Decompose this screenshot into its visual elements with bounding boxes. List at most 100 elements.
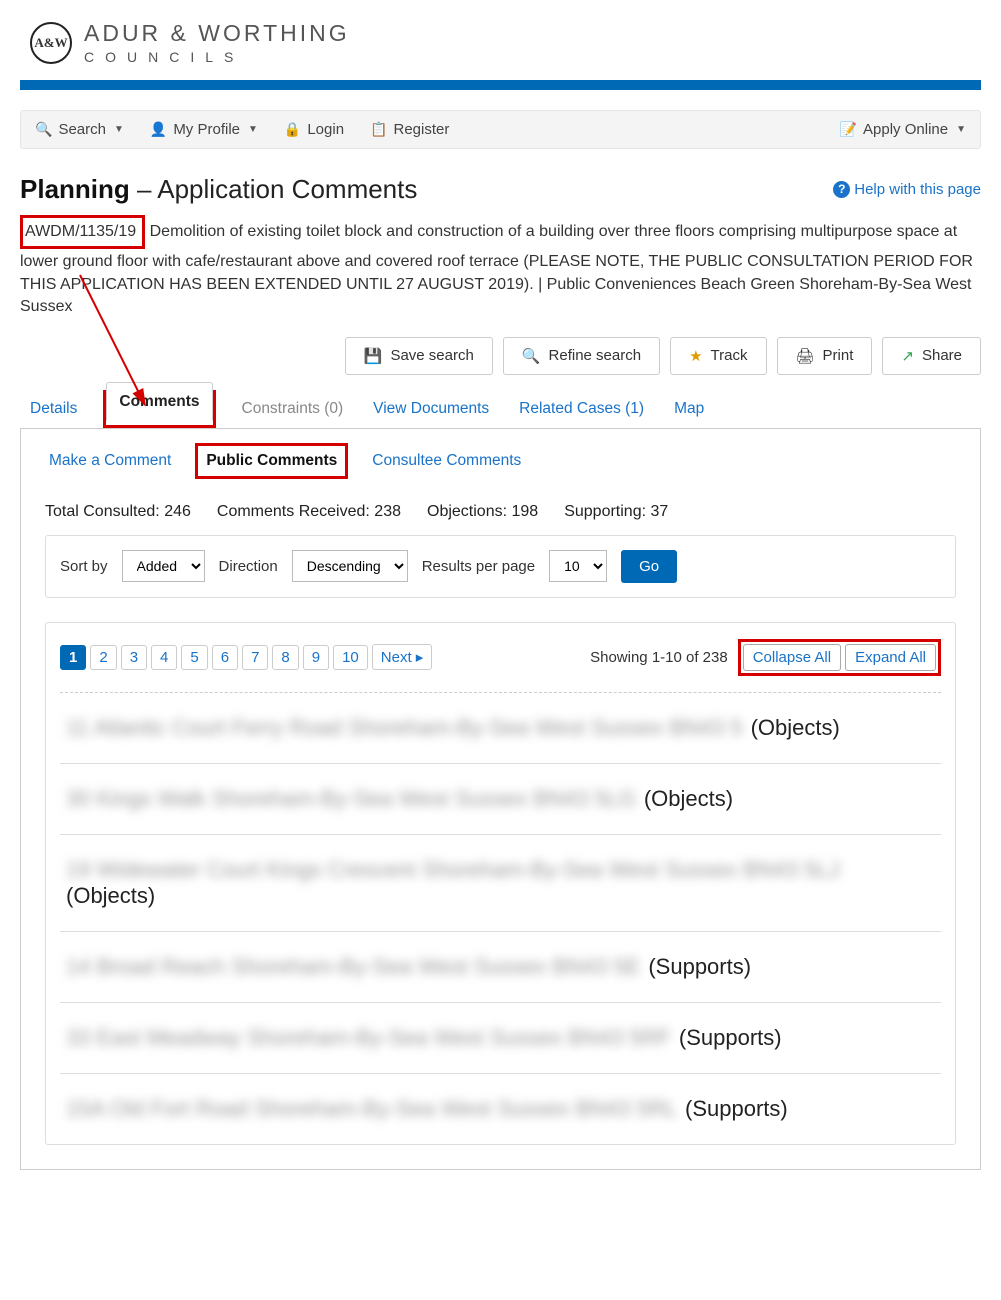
help-link[interactable]: ? Help with this page <box>833 181 981 198</box>
page-1[interactable]: 1 <box>60 645 86 670</box>
comment-row[interactable]: 15A Old Fort Road Shoreham-By-Sea West S… <box>60 1073 941 1144</box>
logo-header: A&W ADUR & WORTHING COUNCILS <box>0 0 1001 80</box>
direction-select[interactable]: Descending <box>292 550 408 582</box>
redacted-address: 19 Widewater Court Kings Crescent Shoreh… <box>66 857 840 883</box>
comment-status: (Supports) <box>679 1025 782 1051</box>
track-button[interactable]: ★ Track <box>670 337 766 375</box>
caret-down-icon: ▼ <box>248 124 258 135</box>
count-consulted: Total Consulted: 246 <box>45 503 191 521</box>
sortby-select[interactable]: Added <box>122 550 205 582</box>
tab-related[interactable]: Related Cases (1) <box>515 390 648 428</box>
redacted-address: 14 Broad Reach Shoreham-By-Sea West Suss… <box>66 954 640 980</box>
page-10[interactable]: 10 <box>333 645 368 670</box>
chevron-right-icon: ▸ <box>416 649 424 666</box>
comment-row[interactable]: 14 Broad Reach Shoreham-By-Sea West Suss… <box>60 931 941 1002</box>
tab-details[interactable]: Details <box>26 390 81 428</box>
count-objections: Objections: 198 <box>427 503 538 521</box>
apply-online-menu[interactable]: 📝 Apply Online ▼ <box>840 121 966 138</box>
page-8[interactable]: 8 <box>272 645 298 670</box>
results-list: 11 Atlantic Court Ferry Road Shoreham-By… <box>60 693 941 1144</box>
direction-label: Direction <box>219 558 278 575</box>
tab-documents[interactable]: View Documents <box>369 390 493 428</box>
subtab-make-comment[interactable]: Make a Comment <box>45 444 175 478</box>
login-label: Login <box>307 121 344 138</box>
pagination: 1 2 3 4 5 6 7 8 9 10 Next ▸ <box>60 644 432 670</box>
action-buttons: 💾 Save search 🔍 Refine search ★ Track 🖨 … <box>20 337 981 375</box>
main-tabs: Details Comments Constraints (0) View Do… <box>20 390 981 429</box>
save-search-button[interactable]: 💾 Save search <box>345 337 493 375</box>
redacted-address: 30 Kings Walk Shoreham-By-Sea West Susse… <box>66 786 636 812</box>
register-icon: 📋 <box>370 121 387 138</box>
comment-row[interactable]: 19 Widewater Court Kings Crescent Shoreh… <box>60 834 941 931</box>
results-block: 1 2 3 4 5 6 7 8 9 10 Next ▸ Showing 1-10… <box>45 622 956 1145</box>
application-description: AWDM/1135/19 Demolition of existing toil… <box>20 215 981 319</box>
search-menu[interactable]: 🔍 Search ▼ <box>35 121 124 138</box>
page-title-bold: Planning <box>20 174 130 204</box>
comment-status: (Supports) <box>685 1096 788 1122</box>
profile-label: My Profile <box>173 121 240 138</box>
comment-row[interactable]: 30 Kings Walk Shoreham-By-Sea West Susse… <box>60 763 941 834</box>
page-5[interactable]: 5 <box>181 645 207 670</box>
refine-search-button[interactable]: 🔍 Refine search <box>503 337 660 375</box>
caret-down-icon: ▼ <box>114 124 124 135</box>
logo-sub-text: COUNCILS <box>84 49 350 65</box>
search-label: Search <box>58 121 106 138</box>
share-button[interactable]: ↗ Share <box>882 337 981 375</box>
star-icon: ★ <box>689 347 702 365</box>
redacted-address: 11 Atlantic Court Ferry Road Shoreham-By… <box>66 715 743 741</box>
page-title-rest: – Application Comments <box>130 174 418 204</box>
page-4[interactable]: 4 <box>151 645 177 670</box>
sub-tabs: Make a Comment Public Comments Consultee… <box>45 443 956 479</box>
help-icon: ? <box>833 181 850 198</box>
share-icon: ↗ <box>901 347 914 365</box>
page-7[interactable]: 7 <box>242 645 268 670</box>
comment-status: (Supports) <box>648 954 751 980</box>
lock-icon: 🔒 <box>284 121 301 138</box>
page-next[interactable]: Next ▸ <box>372 644 433 670</box>
share-label: Share <box>922 347 962 364</box>
page-9[interactable]: 9 <box>303 645 329 670</box>
page-2[interactable]: 2 <box>90 645 116 670</box>
count-supporting: Supporting: 37 <box>564 503 668 521</box>
redacted-address: 15A Old Fort Road Shoreham-By-Sea West S… <box>66 1096 677 1122</box>
application-reference: AWDM/1135/19 <box>25 223 136 240</box>
refine-label: Refine search <box>549 347 642 364</box>
counts-row: Total Consulted: 246 Comments Received: … <box>45 503 956 521</box>
print-button[interactable]: 🖨 Print <box>777 337 873 375</box>
print-label: Print <box>823 347 854 364</box>
comment-row[interactable]: 11 Atlantic Court Ferry Road Shoreham-By… <box>60 693 941 763</box>
comment-status: (Objects) <box>751 715 840 741</box>
caret-down-icon: ▼ <box>956 124 966 135</box>
expand-all-button[interactable]: Expand All <box>845 644 936 671</box>
tab-map[interactable]: Map <box>670 390 708 428</box>
reference-highlight: AWDM/1135/19 <box>20 215 145 249</box>
rpp-select[interactable]: 10 <box>549 550 607 582</box>
register-label: Register <box>393 121 449 138</box>
print-icon: 🖨 <box>796 347 815 365</box>
sortby-label: Sort by <box>60 558 108 575</box>
search-icon: 🔍 <box>35 121 52 138</box>
subtab-public-highlight: Public Comments <box>195 443 348 479</box>
register-link[interactable]: 📋 Register <box>370 121 449 138</box>
tab-constraints[interactable]: Constraints (0) <box>238 390 348 428</box>
profile-menu[interactable]: 👤 My Profile ▼ <box>150 121 258 138</box>
comment-row[interactable]: 33 East Meadway Shoreham-By-Sea West Sus… <box>60 1002 941 1073</box>
go-button[interactable]: Go <box>621 550 677 583</box>
profile-icon: 👤 <box>150 121 167 138</box>
page-6[interactable]: 6 <box>212 645 238 670</box>
comments-panel: Make a Comment Public Comments Consultee… <box>20 429 981 1170</box>
tab-comments[interactable]: Comments <box>106 382 212 421</box>
login-link[interactable]: 🔒 Login <box>284 121 344 138</box>
logo-badge: A&W <box>30 22 72 64</box>
page-3[interactable]: 3 <box>121 645 147 670</box>
collapse-all-button[interactable]: Collapse All <box>743 644 841 671</box>
rpp-label: Results per page <box>422 558 535 575</box>
page-title: Planning – Application Comments <box>20 174 417 205</box>
refine-icon: 🔍 <box>522 347 541 365</box>
application-summary: Demolition of existing toilet block and … <box>20 223 973 315</box>
subtab-public-comments[interactable]: Public Comments <box>206 452 337 469</box>
redacted-address: 33 East Meadway Shoreham-By-Sea West Sus… <box>66 1025 671 1051</box>
subtab-consultee-comments[interactable]: Consultee Comments <box>368 444 525 478</box>
tab-comments-highlight: Comments <box>103 390 215 428</box>
comment-status: (Objects) <box>644 786 733 812</box>
